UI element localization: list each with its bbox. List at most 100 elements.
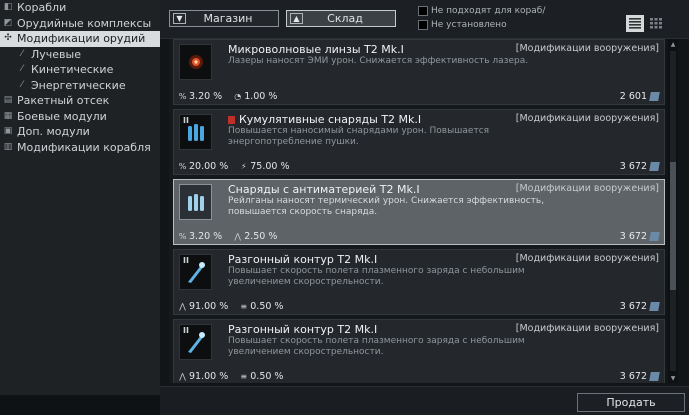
item-title: Снаряды с антиматерией Т2 Mk.I [228, 183, 420, 196]
item-stat-value: 91.00 % [189, 371, 229, 382]
sidebar-item[interactable]: ▤ Ракетный отсек [0, 93, 160, 109]
sidebar-item[interactable]: ▦ Боевые модули [0, 109, 160, 125]
item-card[interactable]: II Разгонный контур Т2 Mk.I [Модификации в… [173, 249, 665, 315]
tier-label: II [183, 116, 189, 125]
item-title-text: Микроволновые линзы Т2 Mk.I [228, 43, 404, 56]
filter-not-fit-checkbox[interactable] [418, 6, 428, 16]
item-stat: % 20.00 % [178, 161, 229, 172]
item-stat-value: 1.00 % [244, 91, 278, 102]
scroll-thumb[interactable] [670, 162, 676, 290]
tier-label: II [183, 326, 189, 335]
item-thumbnail [179, 44, 212, 80]
tab-warehouse[interactable]: ▲ Склад [286, 10, 396, 27]
list-view-icon [629, 18, 641, 29]
sidebar-item-label: Ракетный отсек [17, 94, 110, 107]
item-list[interactable]: Микроволновые линзы Т2 Mk.I [Модификации … [169, 39, 665, 383]
item-price-value: 3 672 [619, 231, 647, 242]
microwave-lens-icon [188, 55, 203, 69]
item-stat-value: 0.50 % [250, 371, 284, 382]
item-title: Разгонный контур Т2 Mk.I [228, 323, 377, 336]
scroll-up-icon[interactable]: ▲ [668, 39, 678, 49]
scroll-down-icon[interactable]: ▼ [668, 373, 678, 383]
sell-button[interactable]: Продать [577, 393, 685, 412]
item-stat-value: 91.00 % [189, 301, 229, 312]
item-description: Лазеры наносят ЭМИ урон. Снижается эффек… [228, 56, 529, 66]
item-price-value: 3 672 [619, 301, 647, 312]
sidebar-item[interactable]: ▥ Модификации корабля [0, 140, 160, 156]
extra-module-icon: ▣ [3, 126, 13, 136]
sidebar-item-label: Модификации корабля [17, 140, 151, 154]
item-stat: ⋀ 91.00 % [178, 301, 228, 312]
tab-shop[interactable]: ▼ Магазин [169, 10, 279, 27]
filter-not-installed[interactable]: Не установлено [418, 20, 507, 30]
tab-shop-label: Магазин [203, 12, 253, 25]
filter-not-fit[interactable]: Не подходят для кораб/ [418, 6, 545, 16]
sidebar-item[interactable]: ◧ Корабли [0, 0, 160, 16]
sidebar-item-label: Доп. модули [17, 125, 90, 138]
item-title-text: Разгонный контур Т2 Mk.I [228, 253, 378, 266]
sidebar-item[interactable]: ✣ Модификации орудий [0, 31, 160, 47]
energy-icon: ⁄ [21, 79, 23, 90]
item-category: [Модификации вооружения] [515, 113, 659, 124]
category-sidebar: ◧ Корабли ◩ Орудийные комплексы ✣ Модификации… [0, 0, 161, 415]
projectile-speed-icon: ⋀ [234, 232, 241, 241]
item-stat-value: 20.00 % [189, 161, 229, 172]
chevron-up-icon: ▲ [290, 13, 303, 24]
sidebar-item[interactable]: ▣ Доп. модули [0, 124, 160, 140]
antimatter-shells-icon [187, 194, 204, 211]
credit-icon [649, 92, 660, 101]
item-stat: ⋀ 2.50 % [233, 231, 277, 242]
sidebar-item[interactable]: ⁄ Лучевые [0, 47, 160, 63]
sidebar-item-label: Орудийные комплексы [17, 16, 152, 30]
credit-icon [649, 232, 660, 241]
grid-view-button[interactable] [647, 15, 665, 32]
efficiency-icon: ◔ [234, 92, 242, 101]
item-stat: % 3.20 % [178, 91, 223, 102]
item-stat: ⚡ 75.00 % [239, 161, 290, 172]
toolbar: ▼ Магазин ▲ Склад Не подходят для кораб/… [160, 0, 689, 39]
item-description: Повышает скорость полета плазменного зар… [228, 336, 525, 357]
sidebar-item-label: Кинетические [31, 63, 114, 76]
item-title: Кумулятивные снаряды Т2 Mk.I [228, 113, 421, 126]
item-thumbnail: II [179, 324, 212, 360]
item-category: [Модификации вооружения] [515, 183, 659, 194]
damage-percent-icon: % [178, 162, 187, 171]
item-price: 3 672 [619, 231, 660, 242]
weapon-complex-icon: ◩ [3, 17, 13, 28]
bottom-bar: Продать [160, 386, 689, 415]
missile-icon: ▤ [3, 95, 13, 105]
scroll-track[interactable] [670, 51, 676, 371]
item-category: [Модификации вооружения] [515, 43, 659, 54]
sidebar-item[interactable]: ⁄ Энергетические [0, 78, 160, 94]
combat-module-icon: ▦ [3, 110, 13, 121]
scrollbar[interactable]: ▲ ▼ [668, 39, 678, 383]
item-description: Повышается наносимый снарядами урон. Пов… [228, 126, 490, 147]
filter-not-installed-checkbox[interactable] [418, 20, 428, 30]
item-card[interactable]: Микроволновые линзы Т2 Mk.I [Модификации … [173, 39, 665, 105]
item-price-value: 3 672 [619, 161, 647, 172]
sidebar-item[interactable]: ⁄ Кинетические [0, 62, 160, 78]
item-stat-value: 3.20 % [189, 231, 223, 242]
item-title: Разгонный контур Т2 Mk.I [228, 253, 377, 266]
sidebar-item-label: Модификации орудий [17, 32, 146, 45]
item-stat: % 3.20 % [178, 231, 223, 242]
ship-mod-icon: ▥ [3, 141, 13, 152]
item-description: Рейлганы наносят термический урон. Снижа… [228, 196, 545, 217]
item-thumbnail: II [179, 114, 212, 150]
item-card[interactable]: II Кумулятивные снаряды Т2 Mk.I [Модификац… [173, 109, 665, 175]
item-stat: ◔ 1.00 % [233, 91, 277, 102]
sidebar-item-label: Корабли [17, 1, 67, 14]
item-card[interactable]: Снаряды с антиматерией Т2 Mk.I [Модификац… [173, 179, 665, 245]
list-view-button[interactable] [626, 15, 644, 32]
sidebar-item[interactable]: ◩ Орудийные комплексы [0, 16, 160, 32]
item-title-text: Кумулятивные снаряды Т2 Mk.I [239, 113, 422, 126]
weapon-mod-icon: ✣ [4, 33, 12, 43]
item-price: 2 601 [620, 91, 660, 102]
item-card[interactable]: II Разгонный контур Т2 Mk.I [Модификации в… [173, 319, 665, 383]
item-stat-value: 3.20 % [189, 91, 223, 102]
item-stat: ⋀ 91.00 % [178, 371, 228, 382]
category-list: ◧ Корабли ◩ Орудийные комплексы ✣ Модификации… [0, 0, 160, 155]
item-stats: ⋀ 91.00 % ≡ 0.50 % [178, 371, 294, 382]
item-stats: ⋀ 91.00 % ≡ 0.50 % [178, 301, 294, 312]
item-stats: % 20.00 % ⚡ 75.00 % [178, 161, 301, 172]
